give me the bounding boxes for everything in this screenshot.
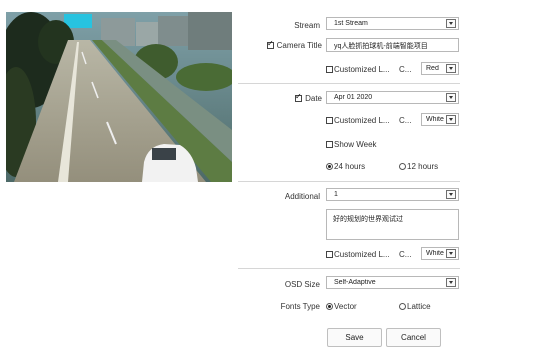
chevron-down-icon[interactable] [446,115,456,124]
stream-select[interactable]: 1st Stream [326,17,459,30]
color-label-2: C... [399,116,412,125]
font-color-select-2[interactable]: White [421,113,459,126]
customized-color-label-3: Customized L... [334,250,390,259]
fonts-type-label: Fonts Type [280,302,320,311]
24-hours-radio[interactable] [326,163,333,170]
date-label: Date [305,94,322,103]
customized-color-checkbox-2[interactable] [326,117,333,124]
stream-label: Stream [294,21,320,30]
font-color-value-1: Red [426,65,439,72]
font-color-value-3: White [426,250,444,257]
camera-title-label: Camera Title [276,41,322,50]
section-divider [238,181,460,182]
chevron-down-icon[interactable] [446,278,456,287]
additional-text: 好的规划的世界观试过 [333,216,403,223]
camera-preview [6,12,232,182]
24-hours-label: 24 hours [334,162,366,171]
color-label-1: C... [399,65,412,74]
font-color-value-2: White [426,116,444,123]
camera-title-value: yq人脸抓拍球机-前端智能项目 [334,43,428,50]
additional-value: 1 [334,191,338,198]
chevron-down-icon[interactable] [446,93,456,102]
customized-color-checkbox-1[interactable] [326,66,333,73]
font-color-select-3[interactable]: White [421,247,459,260]
chevron-down-icon[interactable] [446,249,456,258]
show-week-label: Show Week [334,140,377,149]
customized-color-checkbox-3[interactable] [326,251,333,258]
additional-select[interactable]: 1 [326,188,459,201]
osd-size-label: OSD Size [284,280,320,289]
save-button[interactable]: Save [327,328,382,347]
date-value: Apr 01 2020 [334,94,373,101]
additional-text-area[interactable]: 好的规划的世界观试过 [326,209,459,240]
customized-color-label-1: Customized L... [334,65,390,74]
section-divider [238,83,460,84]
vector-radio[interactable] [326,303,333,310]
section-divider [238,268,460,269]
cancel-button[interactable]: Cancel [386,328,441,347]
road-scene-image [6,12,232,182]
lattice-label: Lattice [407,302,431,311]
osd-size-select[interactable]: Self-Adaptive [326,276,459,289]
12-hours-label: 12 hours [407,162,439,171]
color-label-3: C... [399,250,412,259]
chevron-down-icon[interactable] [446,19,456,28]
chevron-down-icon[interactable] [446,190,456,199]
stream-value: 1st Stream [334,20,368,27]
date-format-select[interactable]: Apr 01 2020 [326,91,459,104]
lattice-radio[interactable] [399,303,406,310]
customized-color-label-2: Customized L... [334,116,390,125]
font-color-select-1[interactable]: Red [421,62,459,75]
vector-label: Vector [334,302,357,311]
osd-size-value: Self-Adaptive [334,279,376,286]
camera-title-input[interactable]: yq人脸抓拍球机-前端智能项目 [326,38,459,52]
show-week-checkbox[interactable] [326,141,333,148]
date-checkbox[interactable] [295,92,302,102]
camera-title-checkbox[interactable] [267,39,274,49]
chevron-down-icon[interactable] [446,64,456,73]
additional-label: Additional [284,192,320,201]
12-hours-radio[interactable] [399,163,406,170]
